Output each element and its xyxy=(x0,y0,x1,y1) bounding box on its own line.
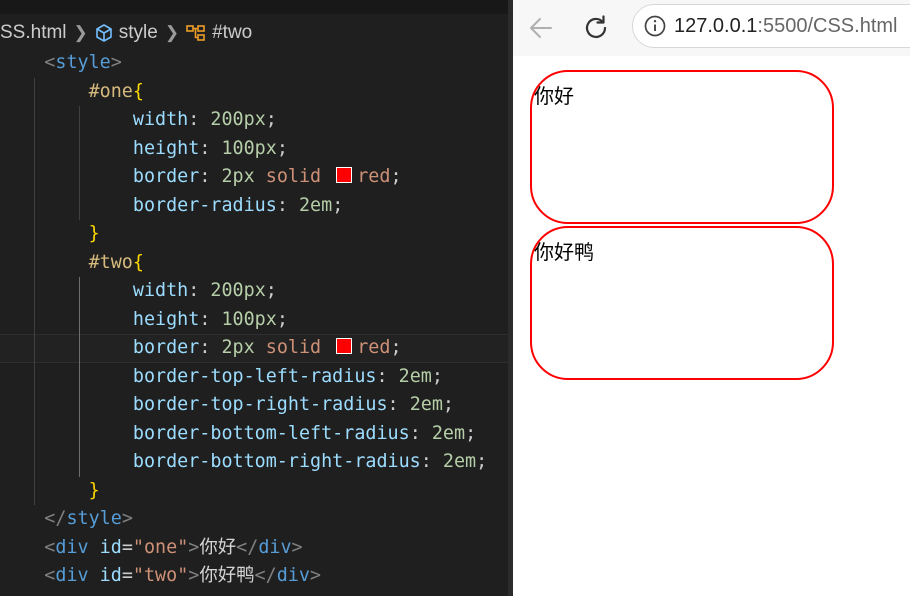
chevron-right-icon: ❯ xyxy=(73,23,88,42)
code-line: #one{ xyxy=(0,77,508,106)
code-line: border-top-left-radius: 2em; xyxy=(0,362,508,391)
code-line: </style> xyxy=(44,508,133,529)
code-line: width: 200px; xyxy=(0,277,508,306)
code-line: width: 200px; xyxy=(0,106,508,135)
code-line: #two{ xyxy=(0,248,508,277)
code-line: height: 100px; xyxy=(0,305,508,334)
browser-preview: 127.0.0.1:5500/CSS.html 你好 你好鸭 xyxy=(513,0,910,596)
code-line: border-radius: 2em; xyxy=(0,191,508,220)
box-one-text: 你好 xyxy=(534,84,574,108)
code-line: } xyxy=(0,476,508,505)
code-lines[interactable]: <style> #one{ width: 200px; height: 100p… xyxy=(0,49,508,591)
reload-icon[interactable] xyxy=(581,13,611,43)
code-line: height: 100px; xyxy=(0,134,508,163)
symbol-class-icon xyxy=(185,23,207,43)
color-swatch-icon[interactable] xyxy=(336,167,353,183)
browser-toolbar: 127.0.0.1:5500/CSS.html xyxy=(513,0,910,56)
rendered-div-one: 你好 xyxy=(530,70,834,224)
code-line: <div id="one">你好</div> xyxy=(44,536,303,558)
code-line: border: 2px solid red; xyxy=(0,163,508,192)
back-arrow-icon[interactable] xyxy=(527,14,555,42)
chevron-right-icon: ❯ xyxy=(164,23,180,42)
rendered-div-two: 你好鸭 xyxy=(530,226,834,380)
code-line: border-bottom-left-radius: 2em; xyxy=(0,419,508,448)
breadcrumb: SS.html ❯ style ❯ #two xyxy=(0,19,508,47)
code-line: border-top-right-radius: 2em; xyxy=(0,391,508,420)
url-text[interactable]: 127.0.0.1:5500/CSS.html xyxy=(674,15,898,38)
code-editor[interactable]: SS.html ❯ style ❯ #two <style> #one{wid… xyxy=(0,0,508,596)
box-two-text: 你好鸭 xyxy=(534,240,594,264)
info-icon[interactable] xyxy=(643,14,667,38)
breadcrumb-selector[interactable]: #two xyxy=(212,22,252,44)
address-bar[interactable]: 127.0.0.1:5500/CSS.html xyxy=(632,4,910,48)
breadcrumb-file[interactable]: SS.html xyxy=(0,22,67,44)
code-line: <style> xyxy=(44,52,122,73)
color-swatch-icon[interactable] xyxy=(336,338,353,354)
code-line: } xyxy=(0,220,508,249)
code-line: <div id="two">你好鸭</div> xyxy=(44,565,321,586)
code-line: border-bottom-right-radius: 2em; xyxy=(0,448,508,477)
cube-icon xyxy=(94,23,114,43)
breadcrumb-style[interactable]: style xyxy=(119,22,158,44)
code-line-current: border: 2px solid red; xyxy=(0,334,508,363)
editor-tab-strip xyxy=(0,0,508,14)
